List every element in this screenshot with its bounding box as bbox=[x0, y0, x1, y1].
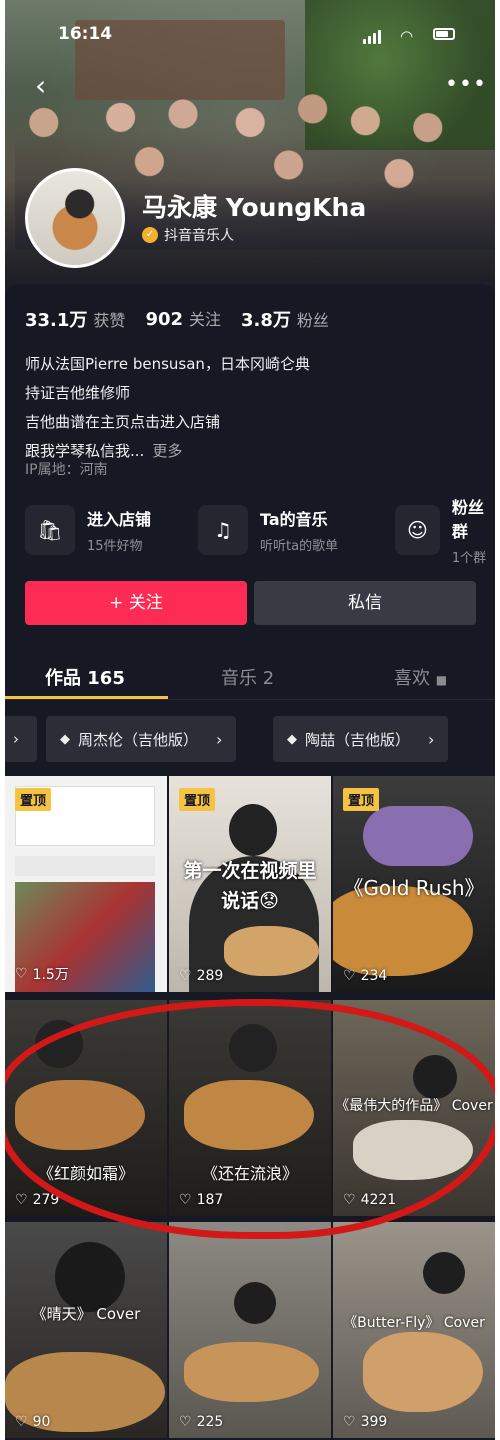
video-tile[interactable]: 《红颜如霜》 ♡ 279 bbox=[5, 1000, 167, 1216]
message-button[interactable]: 私信 bbox=[254, 581, 476, 625]
like-count: ♡ 4221 bbox=[343, 1192, 397, 1208]
battery-icon bbox=[433, 28, 455, 40]
like-count: ♡ 1.5万 bbox=[15, 966, 69, 983]
avatar[interactable] bbox=[25, 168, 125, 268]
video-caption: 《最伟大的作品》 Cover bbox=[335, 1098, 493, 1114]
video-caption: 《Gold Rush》 bbox=[343, 876, 485, 900]
tab-music[interactable]: 音乐 2 bbox=[221, 664, 274, 690]
profile-screen: 16:14 ◠ ‹ ••• 马永康 YoungKha ✓ 抖音音乐人 33.1万… bbox=[5, 0, 495, 1440]
heart-icon: ♡ bbox=[15, 1414, 28, 1430]
stat-following[interactable]: 902 关注 bbox=[145, 306, 221, 332]
heart-icon: ♡ bbox=[15, 1192, 28, 1208]
wifi-icon: ◠ bbox=[400, 27, 414, 45]
profile-panel: 33.1万 获赞 902 关注 3.8万 粉丝 师从法国Pierre bensusan… bbox=[5, 284, 495, 784]
bio-line: 吉他曲谱在主页点击进入店铺 bbox=[25, 413, 221, 431]
video-tile[interactable]: 《还在流浪》 ♡ 187 bbox=[169, 1000, 331, 1216]
bio-line: 持证吉他维修师 bbox=[25, 384, 131, 402]
verified-label: 抖音音乐人 bbox=[164, 228, 234, 244]
bio-more-link[interactable]: 更多 bbox=[152, 442, 182, 460]
shop-entry[interactable]: 🛍︎ 进入店铺 15件好物 bbox=[25, 502, 151, 558]
collection-chip[interactable]: ◆ 陶喆（吉他版） › bbox=[273, 716, 449, 762]
chevron-right-icon: › bbox=[428, 729, 435, 749]
stat-likes[interactable]: 33.1万 获赞 bbox=[25, 306, 125, 332]
video-tile[interactable]: ♡ 225 bbox=[169, 1222, 331, 1438]
video-tile[interactable]: 《Butter-Fly》 Cover ♡ 399 bbox=[333, 1222, 495, 1438]
video-caption: 《Butter-Fly》 Cover bbox=[343, 1315, 485, 1331]
video-grid: 置顶 ♡ 1.5万 置顶 第一次在视频里 说话😟 ♡ 289 置顶 《Gold Ru… bbox=[5, 776, 495, 1440]
heart-icon: ♡ bbox=[179, 968, 192, 984]
bio-line: 师从法国Pierre bensusan，日本冈崎仑典 bbox=[25, 355, 310, 373]
video-tile[interactable]: 置顶 第一次在视频里 说话😟 ♡ 289 bbox=[169, 776, 331, 992]
tab-works[interactable]: 作品 165 bbox=[45, 664, 125, 690]
video-tile[interactable]: 《晴天》 Cover ♡ 90 bbox=[5, 1222, 167, 1438]
collection-chip[interactable]: ◆ 周杰伦（吉他版） › bbox=[46, 716, 237, 762]
like-count: ♡ 399 bbox=[343, 1414, 388, 1430]
heart-icon: ♡ bbox=[15, 966, 28, 982]
stack-icon: ◆ bbox=[287, 731, 297, 747]
heart-icon: ♡ bbox=[343, 1192, 356, 1208]
video-tile[interactable]: 置顶 ♡ 1.5万 bbox=[5, 776, 167, 992]
music-note-icon: ♫ bbox=[198, 505, 248, 555]
video-tile[interactable]: 《最伟大的作品》 Cover ♡ 4221 bbox=[333, 1000, 495, 1216]
stats-row: 33.1万 获赞 902 关注 3.8万 粉丝 bbox=[25, 306, 329, 332]
video-caption: 《还在流浪》 bbox=[201, 1164, 298, 1183]
heart-icon: ♡ bbox=[343, 1414, 356, 1430]
status-bar: 16:14 ◠ bbox=[5, 18, 495, 48]
video-tile[interactable]: 置顶 《Gold Rush》 ♡ 234 bbox=[333, 776, 495, 992]
shop-bag-icon: 🛍︎ bbox=[25, 505, 75, 555]
pinned-badge: 置顶 bbox=[343, 788, 380, 811]
fan-group-icon: ☺ bbox=[395, 505, 440, 555]
bio: 师从法国Pierre bensusan，日本冈崎仑典 持证吉他维修师 吉他曲谱在… bbox=[25, 350, 310, 466]
follow-button[interactable]: + 关注 bbox=[25, 581, 247, 625]
video-caption: 《晴天》 Cover bbox=[31, 1305, 141, 1323]
fan-group-entry[interactable]: ☺ 粉丝群 1个群 bbox=[395, 498, 495, 566]
music-entry[interactable]: ♫ Ta的音乐 听听ta的歌单 bbox=[198, 502, 338, 558]
heart-icon: ♡ bbox=[179, 1192, 192, 1208]
collections-row: › ◆ 周杰伦（吉他版） › ◆ 陶喆（吉他版） › bbox=[5, 716, 495, 762]
video-caption: 《红颜如霜》 bbox=[37, 1164, 134, 1183]
back-arrow-icon[interactable]: ‹ bbox=[35, 72, 46, 100]
stack-icon: ◆ bbox=[60, 731, 70, 747]
like-count: ♡ 225 bbox=[179, 1414, 224, 1430]
verified-row: ✓ 抖音音乐人 bbox=[142, 225, 234, 245]
username: 马永康 YoungKha bbox=[142, 193, 367, 222]
like-count: ♡ 289 bbox=[179, 968, 224, 984]
lock-icon: ■ bbox=[435, 673, 448, 687]
tab-likes[interactable]: 喜欢 ■ bbox=[394, 664, 447, 690]
heart-icon: ♡ bbox=[343, 968, 356, 984]
content-tabs: 作品 165 音乐 2 喜欢 ■ bbox=[5, 656, 495, 698]
signal-icon bbox=[363, 30, 383, 44]
verified-check-icon: ✓ bbox=[142, 227, 158, 243]
chevron-right-icon: › bbox=[216, 729, 223, 749]
stat-followers[interactable]: 3.8万 粉丝 bbox=[241, 306, 329, 332]
collection-chip-prev[interactable]: › bbox=[5, 716, 37, 762]
like-count: ♡ 90 bbox=[15, 1414, 51, 1430]
like-count: ♡ 279 bbox=[15, 1192, 60, 1208]
like-count: ♡ 234 bbox=[343, 968, 388, 984]
clock: 16:14 bbox=[58, 24, 113, 44]
like-count: ♡ 187 bbox=[179, 1192, 224, 1208]
chevron-right-icon: › bbox=[13, 730, 19, 748]
pinned-badge: 置顶 bbox=[179, 788, 216, 811]
heart-icon: ♡ bbox=[179, 1414, 192, 1430]
video-caption: 第一次在视频里 说话😟 bbox=[183, 860, 317, 912]
ip-location: IP属地：河南 bbox=[25, 462, 108, 478]
more-options-icon[interactable]: ••• bbox=[445, 72, 487, 97]
pinned-badge: 置顶 bbox=[15, 788, 52, 811]
